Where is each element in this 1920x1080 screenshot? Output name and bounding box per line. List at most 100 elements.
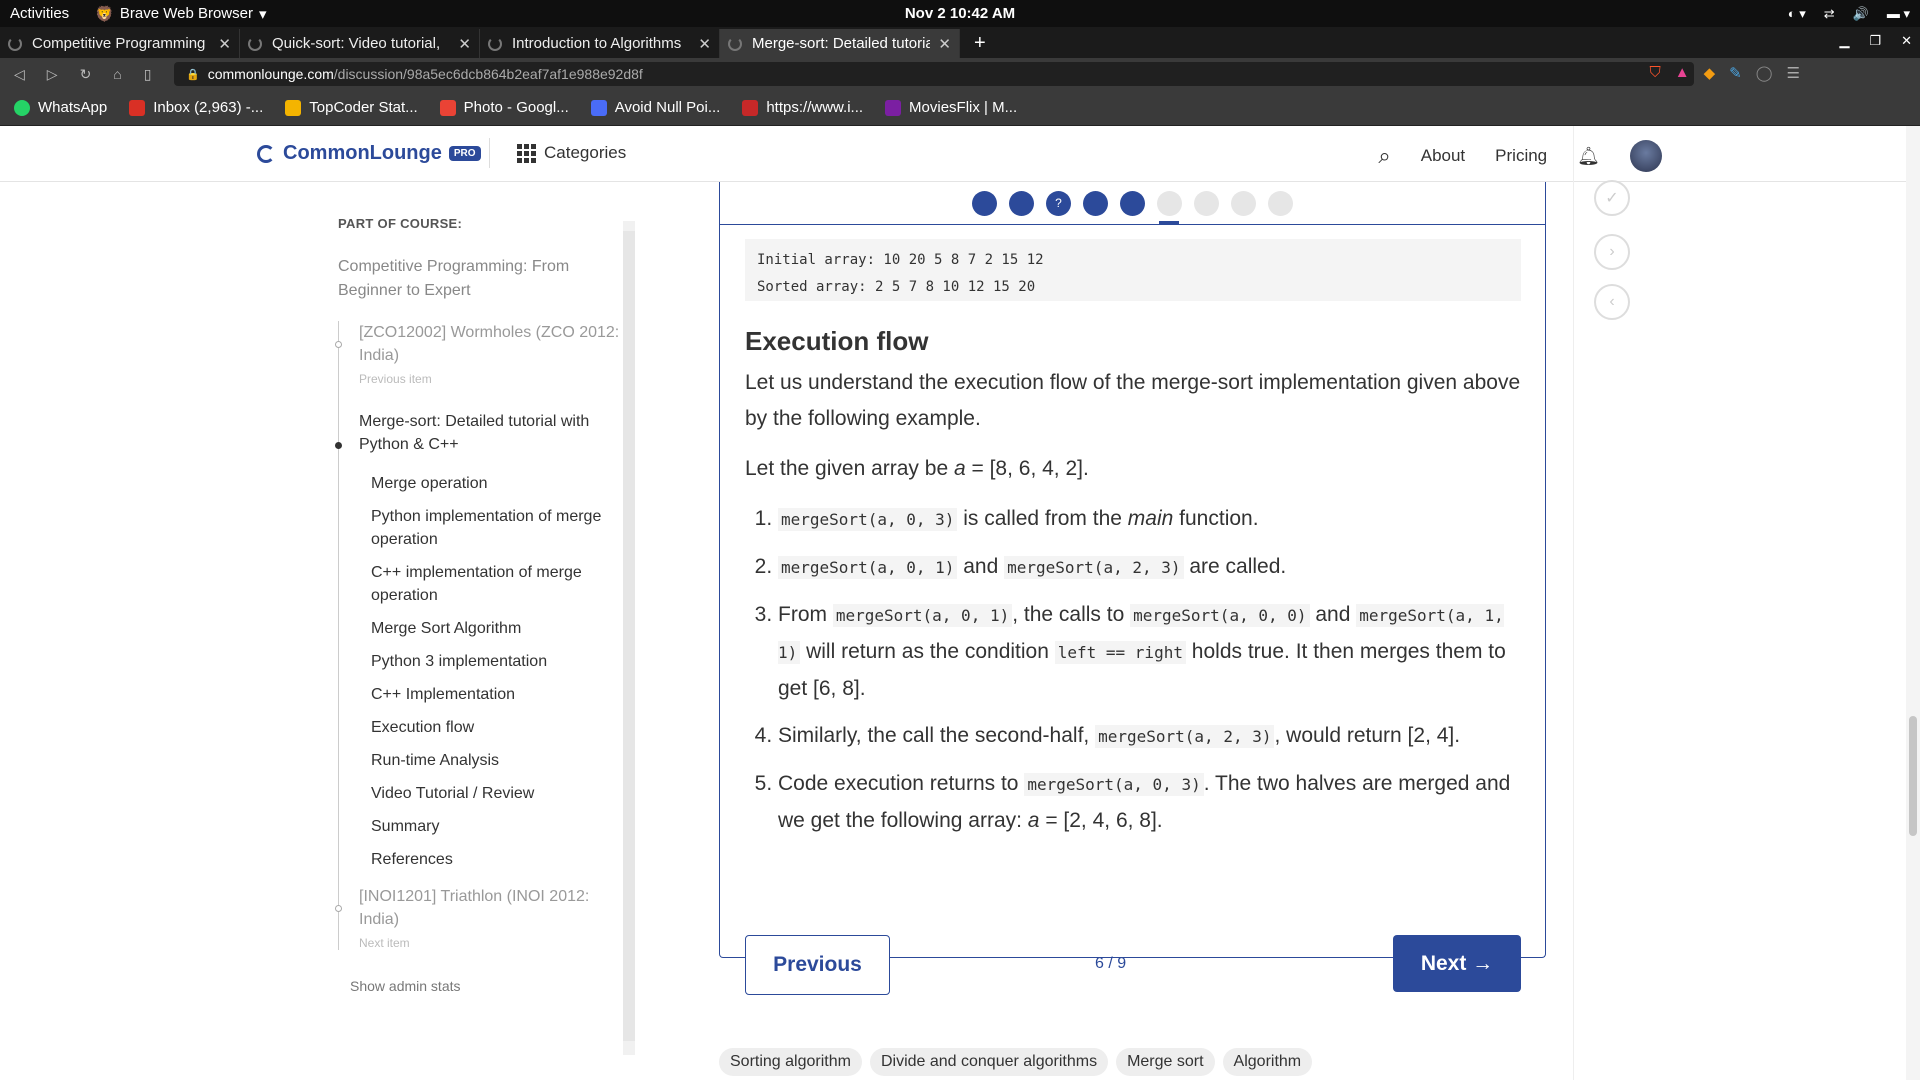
- page-scroll-thumb[interactable]: [1909, 716, 1917, 836]
- next-item[interactable]: [INOI1201] Triathlon (INOI 2012: India) …: [335, 885, 628, 950]
- loading-icon: [248, 36, 262, 51]
- web-page: CommonLounge PRO Categories ⌕ About Pric…: [0, 126, 1920, 1080]
- menu-icon[interactable]: ☰: [1787, 64, 1800, 82]
- section-link[interactable]: C++ implementation of merge operation: [339, 561, 628, 607]
- app-menu[interactable]: 🦁 Brave Web Browser ▾: [95, 5, 266, 23]
- close-tab-icon[interactable]: ✕: [938, 35, 951, 53]
- tab-quick-sort[interactable]: Quick-sort: Video tutorial, ✕: [240, 29, 480, 58]
- step-2: mergeSort(a, 0, 1) and mergeSort(a, 2, 3…: [778, 549, 1525, 586]
- loading-icon: [488, 36, 502, 51]
- progress-step[interactable]: [972, 190, 997, 216]
- back-icon[interactable]: ◁: [14, 66, 25, 83]
- activities-button[interactable]: Activities: [10, 5, 69, 22]
- section-link[interactable]: Summary: [339, 815, 628, 838]
- next-item-title: [INOI1201] Triathlon (INOI 2012: India): [359, 888, 590, 928]
- lock-icon[interactable]: 🔒: [186, 68, 200, 81]
- sidebar-scrollbar[interactable]: [623, 221, 635, 1055]
- text: Let the given array be: [745, 457, 954, 480]
- progress-step[interactable]: [1231, 190, 1256, 216]
- sidebar-scroll-thumb[interactable]: [623, 231, 635, 1041]
- close-window-icon[interactable]: ✕: [1901, 33, 1912, 49]
- tab-competitive-programming[interactable]: Competitive Programming ✕: [0, 29, 240, 58]
- section-link[interactable]: Merge operation: [339, 472, 628, 495]
- bookmark-photo[interactable]: Photo - Googl...: [439, 99, 569, 116]
- section-link[interactable]: Run-time Analysis: [339, 749, 628, 772]
- brave-shields-icon[interactable]: ⛉: [1650, 64, 1661, 82]
- course-link[interactable]: Competitive Programming: From Beginner t…: [338, 255, 628, 303]
- previous-item[interactable]: [ZCO12002] Wormholes (ZCO 2012: India) P…: [335, 321, 628, 386]
- progress-step[interactable]: [1083, 190, 1108, 216]
- step-4: Similarly, the call the second-half, mer…: [778, 718, 1525, 755]
- clock[interactable]: Nov 2 10:42 AM: [905, 5, 1015, 22]
- next-button[interactable]: Next →: [1393, 935, 1521, 992]
- chevron-right-icon[interactable]: ›: [1594, 234, 1630, 270]
- emphasis: main: [1127, 507, 1174, 530]
- profile-icon[interactable]: ◯: [1756, 64, 1773, 82]
- brave-rewards-icon[interactable]: ▲: [1675, 64, 1690, 82]
- commonlounge-logo[interactable]: CommonLounge PRO: [257, 142, 481, 165]
- pen-extension-icon[interactable]: ✎: [1729, 64, 1742, 82]
- progress-step[interactable]: [1268, 190, 1293, 216]
- output-line: Initial array: 10 20 5 8 7 2 15 12: [757, 252, 1044, 268]
- close-tab-icon[interactable]: ✕: [218, 35, 231, 53]
- sidebar-title: PART OF COURSE:: [338, 216, 463, 231]
- reload-icon[interactable]: ↻: [80, 66, 92, 83]
- chevron-left-icon[interactable]: ‹: [1594, 284, 1630, 320]
- app-name: Brave Web Browser: [119, 5, 253, 22]
- progress-step-current[interactable]: [1157, 190, 1182, 225]
- forward-icon[interactable]: ▷: [47, 66, 58, 83]
- previous-item-title: [ZCO12002] Wormholes (ZCO 2012: India): [359, 324, 620, 364]
- bookmark-icon[interactable]: ▯: [144, 66, 152, 83]
- progress-step[interactable]: [1120, 190, 1145, 216]
- bookmark-avoid-null[interactable]: Avoid Null Poi...: [590, 99, 720, 116]
- tab-intro-algorithms[interactable]: Introduction to Algorithms ✕: [480, 29, 720, 58]
- url-path: /discussion/98a5ec6dcb864b2eaf7af1e988e9…: [333, 66, 643, 82]
- tab-merge-sort[interactable]: Merge-sort: Detailed tutorial ✕: [720, 29, 960, 58]
- bookmark-topcoder[interactable]: TopCoder Stat...: [285, 99, 418, 116]
- pricing-link[interactable]: Pricing: [1495, 146, 1547, 166]
- progress-step[interactable]: [1194, 190, 1219, 216]
- show-admin-stats-link[interactable]: Show admin stats: [338, 978, 628, 994]
- search-icon[interactable]: ⌕: [1378, 143, 1390, 169]
- extension-icon[interactable]: ◆: [1704, 64, 1716, 82]
- tab-strip: Competitive Programming ✕ Quick-sort: Vi…: [0, 27, 1920, 58]
- text: , would return [2, 4].: [1274, 724, 1461, 747]
- avatar[interactable]: [1630, 140, 1662, 172]
- close-tab-icon[interactable]: ✕: [458, 35, 471, 53]
- tag[interactable]: Merge sort: [1116, 1048, 1215, 1076]
- bookmark-https[interactable]: https://www.i...: [742, 99, 863, 116]
- bookmark-whatsapp[interactable]: WhatsApp: [14, 99, 107, 116]
- notification-bell-icon[interactable]: 🔔︎: [1577, 146, 1600, 167]
- section-link[interactable]: Execution flow: [339, 716, 628, 739]
- current-item[interactable]: Merge-sort: Detailed tutorial with Pytho…: [335, 410, 628, 456]
- tag[interactable]: Algorithm: [1222, 1048, 1313, 1076]
- tag[interactable]: Sorting algorithm: [719, 1048, 862, 1076]
- section-link[interactable]: Python implementation of merge operation: [339, 505, 628, 551]
- volume-icon: 🔊: [1852, 5, 1869, 21]
- system-tray[interactable]: ◐ ▾ ⇄ 🔊 ▬ ▾: [1788, 6, 1910, 22]
- check-icon[interactable]: ✓: [1594, 180, 1630, 216]
- new-tab-button[interactable]: +: [960, 29, 1000, 58]
- bookmark-inbox[interactable]: Inbox (2,963) -...: [129, 99, 263, 116]
- progress-step-quiz[interactable]: ?: [1046, 190, 1071, 216]
- bookmark-moviesflix[interactable]: MoviesFlix | M...: [885, 99, 1017, 116]
- url-field[interactable]: 🔒 commonlounge.com/discussion/98a5ec6dcb…: [174, 62, 1694, 86]
- about-link[interactable]: About: [1421, 146, 1465, 166]
- code: mergeSort(a, 0, 3): [778, 508, 958, 531]
- previous-button[interactable]: Previous: [745, 935, 890, 995]
- home-icon[interactable]: ⌂: [113, 66, 121, 83]
- tag[interactable]: Divide and conquer algorithms: [869, 1048, 1109, 1076]
- progress-step[interactable]: [1009, 190, 1034, 216]
- section-link[interactable]: References: [339, 848, 628, 871]
- close-tab-icon[interactable]: ✕: [698, 35, 711, 53]
- step-5: Code execution returns to mergeSort(a, 0…: [778, 766, 1525, 839]
- section-link[interactable]: C++ Implementation: [339, 683, 628, 706]
- section-link[interactable]: Video Tutorial / Review: [339, 782, 628, 805]
- minimize-icon[interactable]: ▁: [1839, 33, 1849, 49]
- section-link[interactable]: Merge Sort Algorithm: [339, 617, 628, 640]
- categories-button[interactable]: Categories: [517, 143, 626, 163]
- accessibility-icon[interactable]: ◐ ▾: [1788, 6, 1806, 22]
- section-link[interactable]: Python 3 implementation: [339, 650, 628, 673]
- restore-icon[interactable]: ❐: [1869, 33, 1881, 49]
- page-scrollbar[interactable]: [1906, 126, 1920, 1080]
